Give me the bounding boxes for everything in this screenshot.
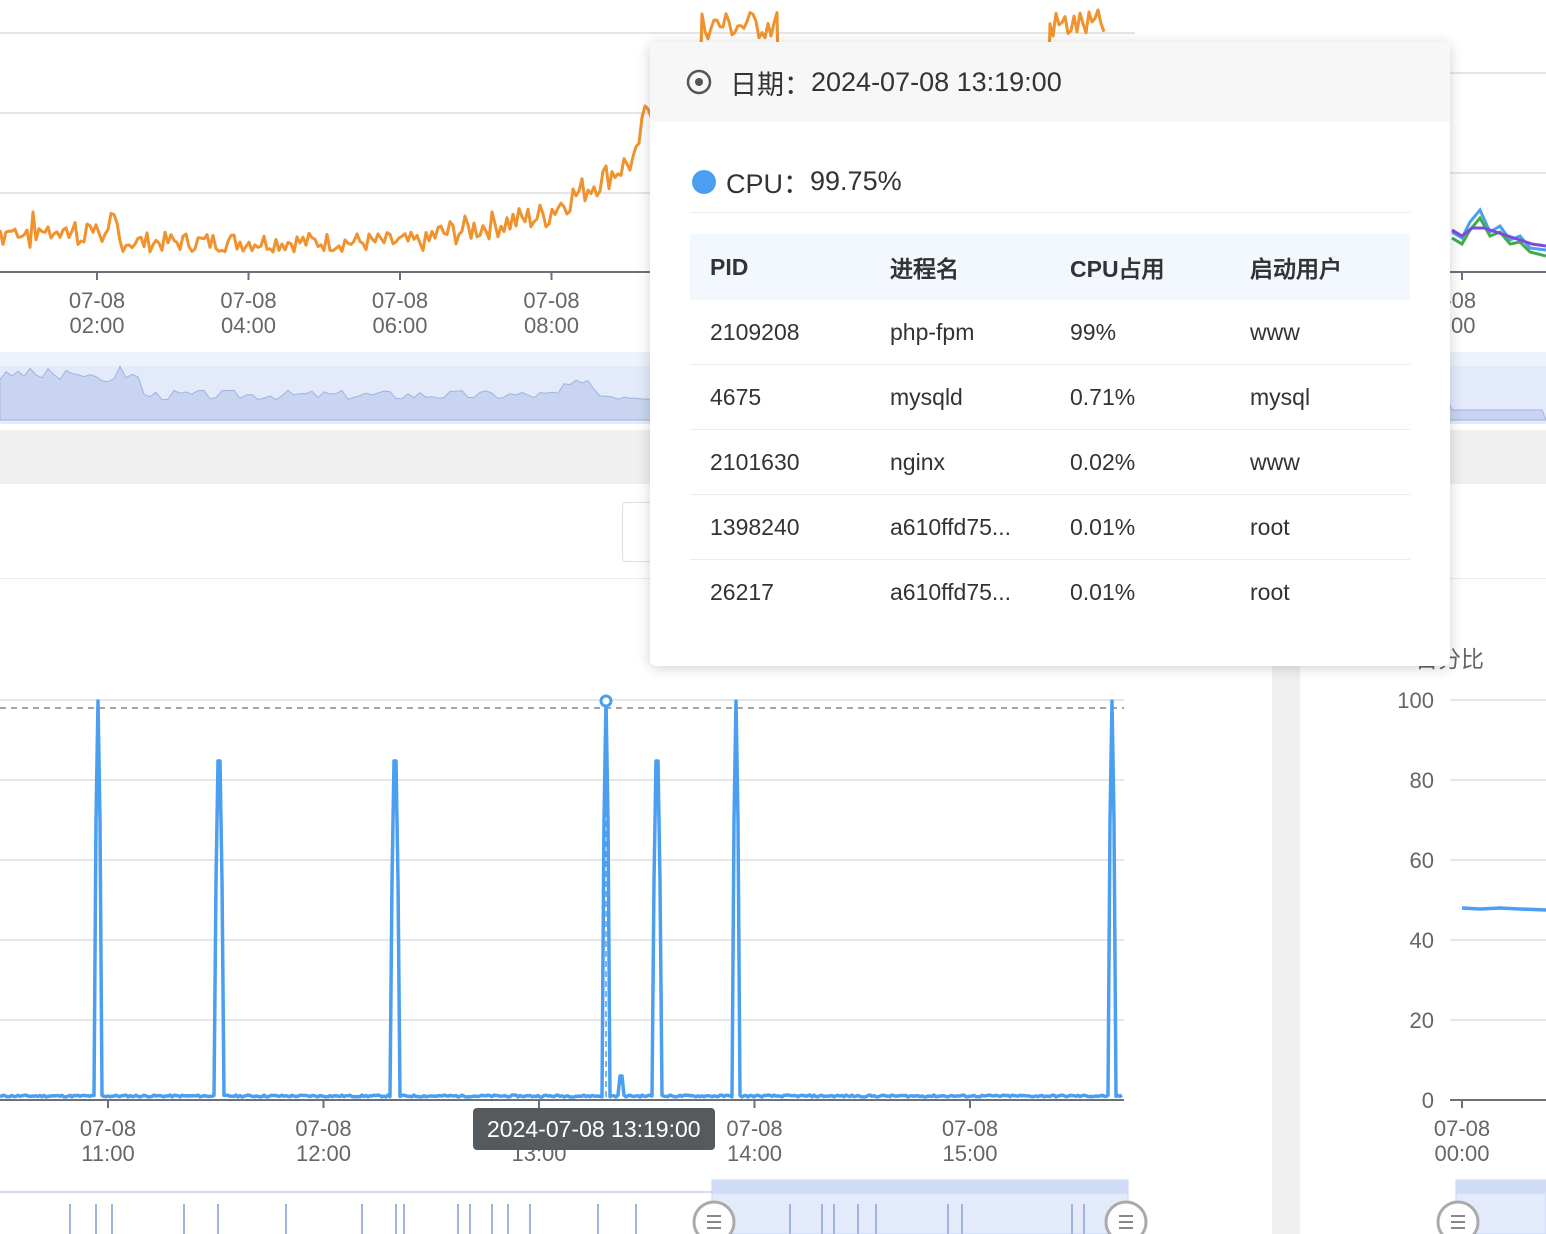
cpu-x-tick-time: 12:00: [296, 1141, 351, 1166]
column-pid: PID: [690, 234, 870, 300]
cpu-gridlines: [0, 699, 1124, 1021]
cell-user: www: [1230, 300, 1410, 365]
cell-process-name: mysqld: [870, 364, 1050, 430]
cpu-x-tick-time: 11:00: [81, 1141, 134, 1166]
top-x-tick-date: 07-08: [523, 288, 579, 313]
cpu-series-marker-icon: [692, 169, 716, 194]
cell-process-name: nginx: [870, 429, 1050, 495]
table-row: 2101630 nginx 0.02% www: [690, 429, 1410, 495]
top-x-tick-time: 08:00: [524, 313, 579, 338]
memory-x-tick-time: 00:00: [1434, 1141, 1489, 1166]
panel-gap: [1272, 665, 1300, 1234]
table-row: 4675 mysqld 0.71% mysql: [690, 364, 1410, 430]
cell-process-name: php-fpm: [870, 300, 1050, 365]
top-x-tick-time: 04:00: [221, 313, 276, 338]
memory-x-tick-date: 07-08: [1434, 1116, 1490, 1141]
memory-series-line: [1461, 906, 1546, 912]
tooltip-date-label: 日期：: [730, 69, 811, 100]
cell-pid: 4675: [690, 364, 870, 430]
axis-pointer-label: 2024-07-08 13:19:00: [473, 1108, 715, 1150]
clock-icon: [686, 69, 712, 95]
table-row: 2109208 php-fpm 99% www: [690, 300, 1410, 365]
right-top-series-b: [1451, 215, 1546, 258]
memory-y-tick: 80: [1410, 768, 1434, 793]
table-row: 26217 a610ffd75... 0.01% root: [690, 560, 1410, 625]
cpu-x-tick-date: 07-08: [942, 1116, 998, 1141]
cell-cpu-usage: 0.01%: [1050, 494, 1230, 560]
memory-datazoom-left-handle[interactable]: [1436, 1200, 1480, 1234]
cell-pid: 2109208: [690, 300, 870, 365]
cell-cpu-usage: 0.71%: [1050, 364, 1230, 430]
top-x-tick-time: 06:00: [372, 313, 427, 338]
top-x-tick-date: 07-08: [372, 288, 428, 313]
cell-user: root: [1250, 578, 1290, 605]
cell-cpu-usage: 99%: [1050, 300, 1230, 365]
process-table: PID 进程名 CPU占用 启动用户 2109208 php-fpm 99% w…: [690, 234, 1410, 624]
cpu-datazoom-right-handle[interactable]: [1104, 1200, 1148, 1234]
table-row: 1398240 a610ffd75... 0.01% root: [690, 494, 1410, 560]
process-tooltip: 日期： 2024-07-08 13:19:00 CPU： 99.75% PID …: [650, 42, 1450, 666]
cell-cpu-usage: 0.02%: [1050, 429, 1230, 495]
cpu-x-tick-date: 07-08: [295, 1116, 351, 1141]
tooltip-date-value: 2024-07-08 13:19:00: [811, 66, 1062, 97]
memory-y-tick: 0: [1422, 1088, 1434, 1113]
top-x-tick-time: 02:00: [69, 313, 124, 338]
tooltip-separator: [690, 212, 1410, 213]
tooltip-cpu-value: 99.75%: [810, 166, 902, 196]
memory-chart: 百分比 100806040200 07-08 00:00: [1397, 646, 1546, 1234]
tooltip-header: 日期： 2024-07-08 13:19:00: [650, 42, 1450, 122]
cell-user: www: [1230, 429, 1410, 495]
cpu-x-tick-date: 07-08: [726, 1116, 782, 1141]
cpu-datazoom[interactable]: [0, 1179, 1148, 1234]
column-process-name: 进程名: [870, 234, 1050, 300]
cell-cpu-usage: 0.01%: [1070, 578, 1136, 605]
column-user: 启动用户: [1230, 234, 1410, 300]
cpu-x-tick-time: 14:00: [727, 1141, 782, 1166]
cpu-datazoom-drag-bar[interactable]: [712, 1180, 1128, 1194]
cell-pid: 26217: [710, 578, 774, 605]
memory-datazoom[interactable]: [1436, 1179, 1546, 1234]
cpu-datazoom-left-handle[interactable]: [692, 1200, 736, 1234]
tooltip-cpu-label: CPU：: [726, 169, 811, 199]
cell-pid: 2101630: [690, 429, 870, 495]
memory-y-ticks: 100 80 60 40 20 0: [1397, 688, 1546, 1113]
cpu-hover-point[interactable]: [599, 694, 613, 708]
cpu-series-line: [0, 699, 1123, 1099]
cell-process-name: a610ffd75...: [870, 494, 1050, 560]
cpu-x-tick-time: 15:00: [942, 1141, 997, 1166]
memory-y-tick: 20: [1410, 1008, 1434, 1033]
memory-y-tick: 40: [1410, 928, 1434, 953]
cell-user: root: [1230, 494, 1410, 560]
cell-process-name: a610ffd75...: [890, 578, 1012, 605]
memory-y-tick: 60: [1410, 848, 1434, 873]
tooltip-cpu-line: CPU： 99.75%: [692, 162, 902, 201]
cpu-x-tick-date: 07-08: [80, 1116, 136, 1141]
cell-pid: 1398240: [690, 494, 870, 560]
process-table-header: PID 进程名 CPU占用 启动用户: [690, 234, 1410, 300]
memory-y-tick: 100: [1397, 688, 1434, 713]
top-x-tick-date: 07-08: [220, 288, 276, 313]
cell-user: mysql: [1230, 364, 1410, 430]
column-cpu-usage: CPU占用: [1050, 234, 1230, 300]
top-x-tick-date: 07-08: [69, 288, 125, 313]
